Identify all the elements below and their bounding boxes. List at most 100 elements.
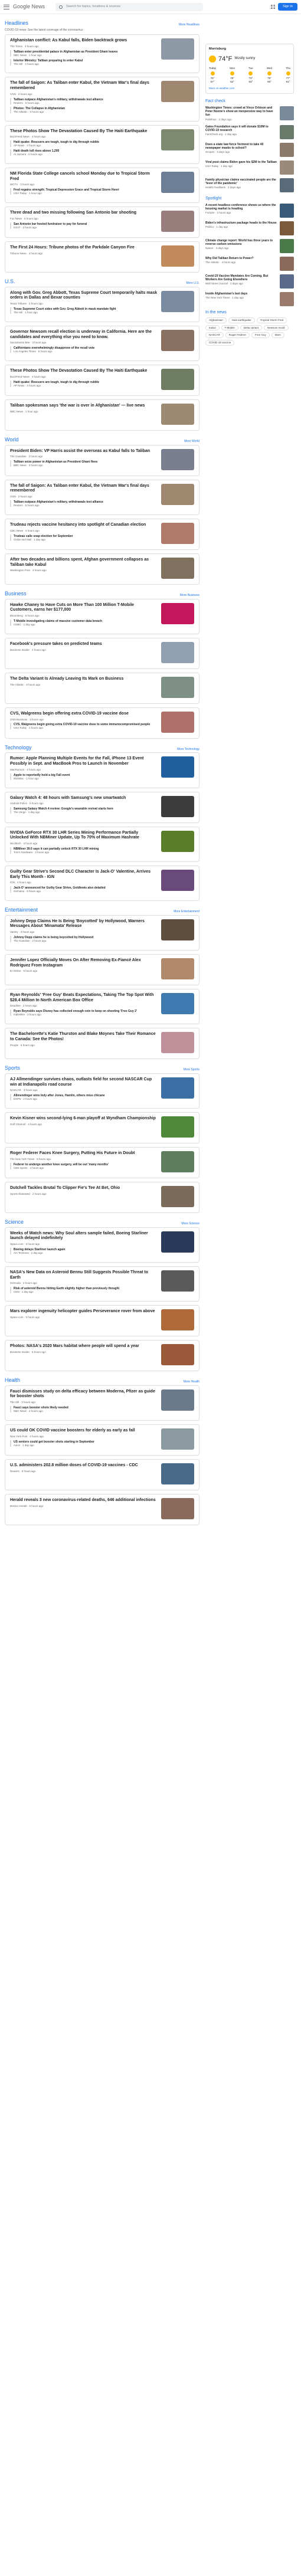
story-headline[interactable]: Mars explorer ingenuity helicopter guide… <box>10 1309 158 1315</box>
search-input[interactable]: Search for topics, locations & sources <box>55 2 204 11</box>
story-headline[interactable]: US could OK COVID vaccine boosters for e… <box>10 1428 158 1434</box>
section-more-link[interactable]: More Science <box>181 1222 199 1226</box>
story-thumbnail[interactable] <box>161 522 194 544</box>
story-headline[interactable]: Governor Newsom recall election is under… <box>10 330 158 340</box>
related-story[interactable]: Federer to undergo another knee surgery,… <box>10 1162 158 1170</box>
story-headline[interactable]: Johnny Depp Claims He Is Being 'Boycotte… <box>10 919 158 930</box>
story-thumbnail[interactable] <box>161 448 194 470</box>
section-more-link[interactable]: More Technology <box>177 748 199 752</box>
sidebar-story[interactable]: A recent headless conference shows us wh… <box>205 203 294 218</box>
related-story[interactable]: Taliban seize power in Afghanistan as Pr… <box>10 460 158 467</box>
story-headline[interactable]: Dutchell Tackles Brutal To Clipper Fie's… <box>10 1186 158 1191</box>
story-headline[interactable]: NVIDIA GeForce RTX 30 LHR Series Mining … <box>10 831 158 841</box>
story-thumbnail[interactable] <box>161 1151 194 1172</box>
related-story[interactable]: Trudeau calls snap election for Septembe… <box>10 534 158 542</box>
sidebar-story[interactable]: Gates Foundation says it will donate $10… <box>205 124 294 139</box>
story-headline[interactable]: Guilty Gear Strive's Second DLC Characte… <box>10 870 158 880</box>
sidebar-story-headline[interactable]: Gates Foundation says it will donate $10… <box>205 125 277 133</box>
related-story[interactable]: Photos: The Collapse in Afghanistan The A… <box>10 106 158 114</box>
story-headline[interactable]: NASA's New Data on Asteroid Bennu Still … <box>10 1270 158 1281</box>
related-story[interactable]: Ryan Reynolds says Disney has collected … <box>10 1010 158 1017</box>
section-title[interactable]: Science <box>5 1219 24 1226</box>
section-title[interactable]: Sports <box>5 1065 20 1072</box>
topic-chip[interactable]: Roger Federer <box>225 332 250 339</box>
story-headline[interactable]: The First 24 Hours: Tribune photos of th… <box>10 245 158 251</box>
sidebar-story[interactable]: Does a state law force Vermont to take 4… <box>205 142 294 157</box>
section-more-link[interactable]: More Business <box>180 594 199 598</box>
story-thumbnail[interactable] <box>161 919 194 940</box>
related-story[interactable]: San Antonio bar hosted fundraiser to pay… <box>10 222 158 230</box>
section-title[interactable]: U.S. <box>5 278 15 286</box>
section-more-link[interactable]: More Health <box>184 1380 199 1384</box>
google-news-logo[interactable]: Google News <box>13 4 45 11</box>
story-thumbnail[interactable] <box>161 1032 194 1054</box>
section-more-link[interactable]: More Headlines <box>179 23 199 27</box>
related-story[interactable]: Jack-O' announced for Guilty Gear Strive… <box>10 886 158 893</box>
topic-chip[interactable]: T-Mobile <box>221 325 238 331</box>
story-headline[interactable]: President Biden: VP Harris assist the ov… <box>10 449 158 454</box>
related-story[interactable]: US seniors could get booster shots start… <box>10 1440 158 1447</box>
section-title[interactable]: Headlines <box>5 20 28 27</box>
related-story[interactable]: CVS, Walgreens begin giving extra COVID-… <box>10 723 158 730</box>
story-headline[interactable]: After two decades and billions spent, Af… <box>10 558 158 568</box>
story-headline[interactable]: Kevin Kisner wins second-lying 6-man pla… <box>10 1116 158 1122</box>
story-headline[interactable]: Taliban spokesman says 'the war is over … <box>10 404 158 409</box>
sidebar-thumbnail[interactable] <box>280 142 294 157</box>
story-thumbnail[interactable] <box>161 329 194 351</box>
sidebar-story-headline[interactable]: Why Did Taliban Return to Power? <box>205 257 277 260</box>
section-more-link[interactable]: More World <box>184 440 199 444</box>
section-title[interactable]: Business <box>5 591 27 598</box>
sidebar-story[interactable]: Family physician claims vaccinated peopl… <box>205 178 294 192</box>
related-story[interactable]: Apple to reportedly hold a big Fall even… <box>10 773 158 781</box>
story-thumbnail[interactable] <box>161 210 194 232</box>
story-headline[interactable]: The fall of Saigon: As Taliban enter Kab… <box>10 81 158 91</box>
sidebar-story-headline[interactable]: A recent headless conference shows us wh… <box>205 204 277 211</box>
story-headline[interactable]: Ryan Reynolds' 'Free Guy' Beats Expectat… <box>10 993 158 1004</box>
section-subtitle[interactable]: COVID-19 news: See the latest coverage o… <box>5 28 199 32</box>
story-thumbnail[interactable] <box>161 756 194 778</box>
story-thumbnail[interactable] <box>161 1185 194 1207</box>
topic-chip[interactable]: Afghanistan <box>205 317 227 323</box>
story-thumbnail[interactable] <box>161 404 194 425</box>
sidebar-thumbnail[interactable] <box>280 178 294 192</box>
story-headline[interactable]: Weeks of Watch news: Why Soul alters sam… <box>10 1231 158 1242</box>
story-headline[interactable]: Galaxy Watch 4: 48 hours with Samsung's … <box>10 796 158 801</box>
sidebar-story[interactable]: Why Did Taliban Return to Power? The Atla… <box>205 256 294 271</box>
weather-card[interactable]: Morrisburg 74°F Mostly sunny Today 76° 57°… <box>205 44 294 94</box>
section-more-link[interactable]: More Sports <box>184 1068 199 1072</box>
related-story[interactable]: NBMiner 39.0 says it can partially unloc… <box>10 847 158 854</box>
story-headline[interactable]: These Photos Show The Devastation Caused… <box>10 369 158 374</box>
topic-chip[interactable]: COVID-19 vaccine <box>205 340 235 346</box>
topic-chip[interactable]: Mars <box>271 332 284 339</box>
sidebar-story[interactable]: Biden's infrastructure package heads to … <box>205 221 294 235</box>
sidebar-story-headline[interactable]: Does a state law force Vermont to take 4… <box>205 143 277 150</box>
story-thumbnail[interactable] <box>161 1116 194 1138</box>
story-headline[interactable]: Herald reveals 3 new coronavirus-related… <box>10 1498 158 1503</box>
related-story[interactable]: Fauci says booster shots likely needed NB… <box>10 1406 158 1413</box>
topic-chip[interactable]: NASCAR <box>205 332 224 339</box>
sidebar-story[interactable]: Climate change report: World has three y… <box>205 238 294 253</box>
story-headline[interactable]: Trudeau rejects vaccine hesitancy into s… <box>10 523 158 528</box>
story-thumbnail[interactable] <box>161 992 194 1014</box>
story-thumbnail[interactable] <box>161 1389 194 1411</box>
sign-in-button[interactable]: Sign in <box>278 2 297 11</box>
story-headline[interactable]: CVS, Walgreens begin offering extra COVI… <box>10 712 158 717</box>
story-thumbnail[interactable] <box>161 1497 194 1519</box>
related-story[interactable]: Taliban enter presidential palace in Afg… <box>10 50 158 57</box>
related-story[interactable]: Taliban outpace Afghanistan's military, … <box>10 97 158 105</box>
related-story[interactable]: Haiti death toll rises above 1,200 Al Jaz… <box>10 149 158 156</box>
sidebar-story-headline[interactable]: Inside Afghanistan's last days <box>205 292 277 296</box>
story-thumbnail[interactable] <box>161 557 194 579</box>
story-headline[interactable]: AJ Allmendinger survives chaos, outlasts… <box>10 1077 158 1088</box>
sidebar-story-headline[interactable]: Climate change report: World has three y… <box>205 239 277 247</box>
story-thumbnail[interactable] <box>161 171 194 193</box>
sidebar-story-headline[interactable]: Biden's infrastructure package heads to … <box>205 221 277 225</box>
weather-more-link[interactable]: More on weather.com <box>209 87 290 90</box>
sidebar-thumbnail[interactable] <box>280 124 294 139</box>
story-thumbnail[interactable] <box>161 869 194 891</box>
sidebar-story-headline[interactable]: Washington Times: crowd at Vince Orbison… <box>205 106 277 117</box>
story-headline[interactable]: Fauci dismisses study on delta efficacy … <box>10 1389 158 1400</box>
apps-icon[interactable] <box>271 5 275 9</box>
topic-chip[interactable]: Delta variant <box>240 325 263 331</box>
story-thumbnail[interactable] <box>161 290 194 312</box>
